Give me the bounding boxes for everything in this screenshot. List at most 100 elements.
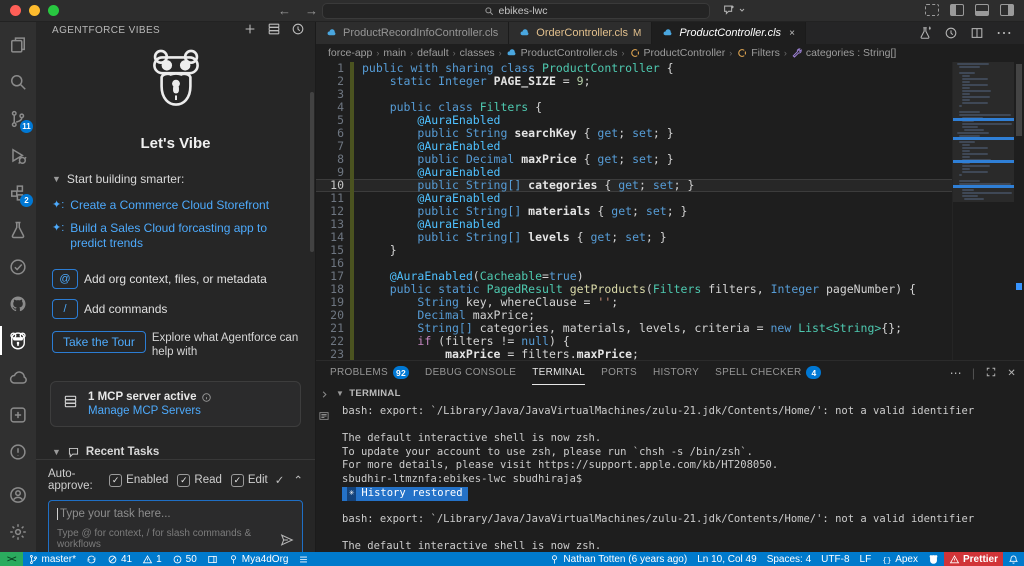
panel-tab-ports[interactable]: PORTS bbox=[601, 361, 637, 385]
editor-layout[interactable] bbox=[202, 552, 223, 566]
code-line[interactable]: 23 maxPrice = filters.maxPrice; bbox=[316, 348, 952, 360]
activity-item-test[interactable] bbox=[0, 211, 36, 248]
more-actions-icon[interactable]: ⋯ bbox=[996, 23, 1012, 43]
auto-approve-option[interactable]: ✓Edit bbox=[231, 474, 268, 487]
activity-item-salesforce-cloud[interactable] bbox=[0, 359, 36, 396]
suggestion-link[interactable]: ✦:Build a Sales Cloud forcasting app to … bbox=[36, 221, 315, 251]
eol[interactable]: LF bbox=[855, 552, 877, 566]
breadcrumb-item[interactable]: Filters bbox=[736, 47, 780, 59]
panel-actions: ⋯|✕ bbox=[950, 366, 1016, 381]
toggle-sidebar-button[interactable] bbox=[950, 4, 964, 16]
back-button[interactable]: ← bbox=[278, 3, 291, 18]
panel-tab-terminal[interactable]: TERMINAL bbox=[532, 361, 585, 385]
terminal-output[interactable]: bash: export: `/Library/Java/JavaVirtual… bbox=[332, 402, 1024, 552]
breadcrumb-item[interactable]: categories : String[] bbox=[791, 47, 896, 59]
breadcrumb-item[interactable]: force-app bbox=[328, 47, 372, 59]
activity-item-tasks[interactable] bbox=[0, 248, 36, 285]
command-center-search[interactable]: ebikes-lwc bbox=[322, 3, 710, 19]
encoding[interactable]: UTF-8 bbox=[816, 552, 854, 566]
task-input[interactable]: Type your task here... Type @ for contex… bbox=[48, 500, 303, 558]
editor-tab[interactable]: OrderController.clsM bbox=[509, 22, 652, 44]
activity-item-explorer[interactable] bbox=[0, 26, 36, 63]
git-blame[interactable]: Nathan Totten (6 years ago) bbox=[544, 552, 692, 566]
maximize-window-button[interactable] bbox=[48, 5, 59, 16]
breadcrumb-item[interactable]: default bbox=[417, 47, 449, 59]
recent-tasks-section[interactable]: ▼ Recent Tasks bbox=[36, 445, 315, 459]
panel-tab-history[interactable]: HISTORY bbox=[653, 361, 699, 385]
notifications[interactable] bbox=[1003, 552, 1024, 566]
sidebar-scrollbar[interactable] bbox=[310, 92, 314, 252]
sync[interactable] bbox=[81, 552, 102, 566]
activity-item-github[interactable] bbox=[0, 285, 36, 322]
activity-item-agentforce[interactable] bbox=[0, 322, 36, 359]
activity-item-account[interactable] bbox=[0, 476, 36, 513]
auto-approve-option[interactable]: ✓Enabled bbox=[109, 474, 168, 487]
default-org[interactable]: Mya4dOrg bbox=[223, 552, 294, 566]
editor-scrollbar[interactable] bbox=[1014, 62, 1024, 360]
problems-warnings[interactable]: 1 bbox=[137, 552, 167, 566]
activity-item-source-control[interactable]: 11 bbox=[0, 100, 36, 137]
language-mode[interactable]: {}Apex bbox=[876, 552, 923, 566]
activity-item-add-view[interactable] bbox=[0, 396, 36, 433]
problems-info[interactable]: 50 bbox=[167, 552, 202, 566]
customize-layout-button[interactable] bbox=[925, 4, 939, 16]
breadcrumb-item[interactable]: classes bbox=[460, 47, 495, 59]
mcp-server-icon[interactable] bbox=[267, 22, 281, 39]
breadcrumb-item[interactable]: main bbox=[383, 47, 406, 59]
send-icon[interactable] bbox=[280, 533, 294, 550]
org-menu[interactable] bbox=[293, 552, 314, 566]
activity-item-search[interactable] bbox=[0, 63, 36, 100]
activity-item-feedback[interactable] bbox=[0, 433, 36, 470]
minimap[interactable] bbox=[952, 62, 1014, 360]
approve-all-check-icon[interactable]: ✓ bbox=[275, 473, 285, 487]
panel-tab-debug-console[interactable]: DEBUG CONSOLE bbox=[425, 361, 516, 385]
auto-approve-option[interactable]: ✓Read bbox=[177, 474, 222, 487]
activity-item-extensions[interactable]: 2 bbox=[0, 174, 36, 211]
editor-tab[interactable]: ProductRecordInfoController.cls bbox=[316, 22, 509, 44]
minimize-window-button[interactable] bbox=[29, 5, 40, 16]
more-actions-icon[interactable]: ⋯ bbox=[950, 366, 962, 380]
checkbox-edit[interactable]: ✓ bbox=[231, 474, 244, 487]
prettier[interactable]: Prettier bbox=[944, 552, 1003, 566]
problems-errors[interactable]: 41 bbox=[102, 552, 137, 566]
code-line[interactable]: 14 public String[] levels { get; set; } bbox=[316, 231, 952, 244]
forward-button[interactable]: → bbox=[305, 3, 318, 18]
chevron-down-icon[interactable]: ▼ bbox=[52, 172, 61, 186]
code-line[interactable]: 15 } bbox=[316, 244, 952, 257]
panel-tab-problems[interactable]: PROBLEMS92 bbox=[330, 361, 409, 385]
timeline-icon[interactable] bbox=[944, 26, 958, 40]
git-branch[interactable]: master* bbox=[23, 552, 81, 566]
toggle-panel-button[interactable] bbox=[975, 4, 989, 16]
maximize-panel-icon[interactable] bbox=[985, 366, 997, 381]
manage-mcp-servers-link[interactable]: Manage MCP Servers bbox=[88, 405, 212, 417]
cursor-position[interactable]: Ln 10, Col 49 bbox=[692, 552, 762, 566]
split-editor-icon[interactable] bbox=[970, 26, 984, 40]
toggle-secondary-sidebar-button[interactable] bbox=[1000, 4, 1014, 16]
chevron-right-icon[interactable] bbox=[319, 389, 330, 400]
remote-indicator[interactable]: >< bbox=[0, 552, 23, 566]
checkbox-read[interactable]: ✓ bbox=[177, 474, 190, 487]
indentation[interactable]: Spaces: 4 bbox=[762, 552, 816, 566]
breadcrumb-item[interactable]: ProductController bbox=[629, 47, 726, 59]
editor-tab[interactable]: ProductController.cls× bbox=[652, 22, 806, 44]
panel-tab-spell-checker[interactable]: SPELL CHECKER4 bbox=[715, 361, 821, 385]
activity-item-run-debug[interactable] bbox=[0, 137, 36, 174]
close-window-button[interactable] bbox=[10, 5, 21, 16]
breadcrumb-item[interactable]: ProductController.cls bbox=[506, 47, 618, 59]
chevron-down-icon[interactable]: ▼ bbox=[336, 387, 344, 401]
run-tests-icon[interactable] bbox=[918, 26, 932, 40]
take-the-tour-button[interactable]: Take the Tour bbox=[52, 331, 146, 353]
code-editor[interactable]: 1public with sharing class ProductContro… bbox=[316, 62, 1024, 360]
terminal-list-icon[interactable] bbox=[318, 410, 330, 422]
chat-menu-button[interactable] bbox=[722, 3, 746, 17]
history-icon[interactable] bbox=[291, 22, 305, 39]
suggestion-link[interactable]: ✦:Create a Commerce Cloud Storefront bbox=[36, 198, 315, 213]
code-line[interactable]: 2 static Integer PAGE_SIZE = 9; bbox=[316, 75, 952, 88]
close-panel-icon[interactable]: ✕ bbox=[1007, 368, 1016, 379]
collapse-icon[interactable]: ⌃ bbox=[293, 473, 303, 487]
activity-item-settings[interactable] bbox=[0, 513, 36, 550]
checkbox-enabled[interactable]: ✓ bbox=[109, 474, 122, 487]
close-icon[interactable]: × bbox=[789, 28, 795, 39]
agentforce-status[interactable] bbox=[923, 552, 944, 566]
new-chat-icon[interactable] bbox=[243, 22, 257, 39]
